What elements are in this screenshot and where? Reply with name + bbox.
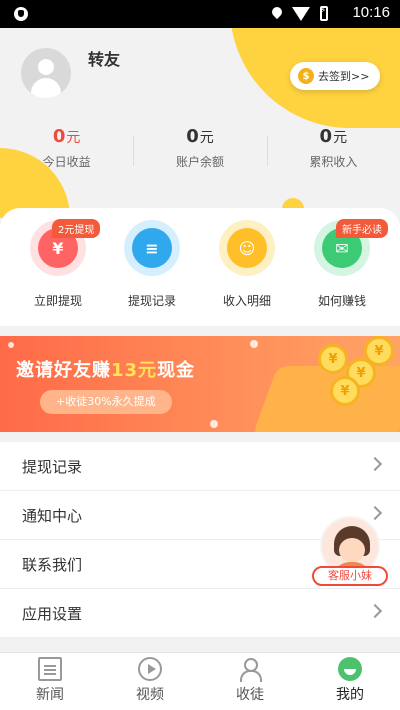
username: 转友 bbox=[88, 50, 121, 69]
tab-label: 我的 bbox=[336, 687, 364, 703]
avatar[interactable] bbox=[21, 48, 71, 98]
battery-charging-icon bbox=[320, 6, 328, 21]
banner-title-highlight: 13元 bbox=[111, 360, 158, 381]
newbie-tag: 新手必读 bbox=[336, 219, 388, 238]
quick-action-how-to-earn[interactable]: ✉ 如何赚钱 bbox=[302, 228, 382, 309]
avatar-person-icon bbox=[38, 59, 54, 75]
coin-illustration-icon: ¥ bbox=[364, 336, 394, 366]
tab-video[interactable]: 视频 bbox=[100, 653, 200, 710]
tab-recruit[interactable]: 收徒 bbox=[200, 653, 300, 710]
stat-label: 今日收益 bbox=[42, 155, 91, 169]
decor-dot bbox=[250, 340, 258, 348]
stat-value: 0 bbox=[52, 126, 66, 147]
menu-item-label: 提现记录 bbox=[22, 458, 83, 476]
users-icon bbox=[238, 657, 262, 682]
quick-action-label: 提现记录 bbox=[127, 294, 176, 308]
news-icon bbox=[38, 657, 62, 681]
phone-illustration bbox=[252, 366, 400, 432]
invite-banner[interactable]: ¥ ¥ ¥ ¥ 邀请好友赚13元现金 +收徒30%永久提成 bbox=[0, 336, 400, 432]
banner-subtitle: +收徒30%永久提成 bbox=[40, 390, 172, 414]
stat-value: 0 bbox=[319, 126, 333, 147]
earnings-stats: 0元 今日收益 0元 账户余额 0元 累积收入 bbox=[0, 126, 400, 172]
quick-action-withdraw[interactable]: ¥ 立即提现 bbox=[18, 228, 98, 309]
profile-header: 转友 $ 去签到>> 0元 今日收益 0元 账户余额 0元 累积收入 bbox=[0, 28, 400, 218]
quick-actions-panel: ¥ 立即提现 2元提现 ≡ 提现记录 ☺ 收入明细 ✉ 如何赚钱 新手必读 bbox=[0, 208, 400, 326]
bottom-tab-bar: 新闻 视频 收徒 我的 bbox=[0, 652, 400, 710]
decor-dot bbox=[8, 342, 14, 348]
stat-today-earnings: 0元 今日收益 bbox=[0, 126, 133, 172]
quick-action-label: 立即提现 bbox=[33, 294, 82, 308]
avatar-person-body bbox=[31, 78, 61, 98]
tab-mine[interactable]: 我的 bbox=[300, 653, 400, 710]
avatar-face bbox=[339, 538, 365, 562]
video-play-icon bbox=[138, 657, 162, 681]
coin-illustration-icon: ¥ bbox=[318, 344, 348, 374]
banner-title: 邀请好友赚13元现金 bbox=[16, 356, 195, 382]
wifi-icon bbox=[292, 6, 310, 21]
quick-action-income-details[interactable]: ☺ 收入明细 bbox=[207, 228, 287, 309]
withdraw-promo-tag: 2元提现 bbox=[52, 219, 101, 238]
stat-total-income: 0元 累积收入 bbox=[266, 126, 400, 172]
signin-label: 去签到>> bbox=[318, 70, 370, 83]
chevron-right-icon bbox=[367, 456, 383, 472]
chevron-right-icon bbox=[367, 603, 383, 619]
tab-label: 新闻 bbox=[36, 687, 64, 703]
stat-label: 累积收入 bbox=[309, 155, 358, 169]
status-time: 10:16 bbox=[352, 4, 390, 21]
document-icon: ≡ bbox=[132, 228, 172, 268]
status-icons bbox=[272, 6, 328, 21]
menu-item-label: 联系我们 bbox=[22, 556, 83, 574]
customer-service-button[interactable]: 客服小妹 bbox=[312, 516, 388, 592]
menu-item-withdraw-records[interactable]: 提现记录 bbox=[0, 442, 400, 491]
stat-unit: 元 bbox=[199, 130, 214, 146]
signin-button[interactable]: $ 去签到>> bbox=[290, 62, 380, 90]
app-shield-icon bbox=[14, 7, 28, 21]
menu-item-label: 通知中心 bbox=[22, 507, 83, 525]
tab-news[interactable]: 新闻 bbox=[0, 653, 100, 710]
quick-action-withdraw-records[interactable]: ≡ 提现记录 bbox=[112, 228, 192, 309]
quick-action-label: 如何赚钱 bbox=[317, 294, 366, 308]
status-bar: 10:16 bbox=[0, 0, 400, 28]
banner-title-suffix: 现金 bbox=[157, 360, 196, 381]
user-card-icon: ☺ bbox=[227, 228, 267, 268]
banner-title-prefix: 邀请好友赚 bbox=[16, 360, 111, 381]
profile-icon bbox=[338, 657, 362, 681]
location-icon bbox=[272, 7, 282, 21]
quick-action-label: 收入明细 bbox=[222, 294, 271, 308]
customer-service-label: 客服小妹 bbox=[312, 566, 388, 586]
stat-value: 0 bbox=[186, 126, 199, 147]
stat-balance: 0元 账户余额 bbox=[133, 126, 266, 172]
coin-illustration-icon: ¥ bbox=[330, 376, 360, 406]
menu-item-app-settings[interactable]: 应用设置 bbox=[0, 589, 400, 638]
coin-icon: $ bbox=[298, 68, 314, 84]
tab-label: 视频 bbox=[136, 687, 164, 703]
menu-item-label: 应用设置 bbox=[22, 605, 83, 623]
decor-dot bbox=[210, 420, 218, 428]
stat-unit: 元 bbox=[66, 130, 81, 146]
stat-label: 账户余额 bbox=[175, 155, 224, 169]
tab-label: 收徒 bbox=[236, 687, 264, 703]
stat-unit: 元 bbox=[333, 130, 348, 146]
